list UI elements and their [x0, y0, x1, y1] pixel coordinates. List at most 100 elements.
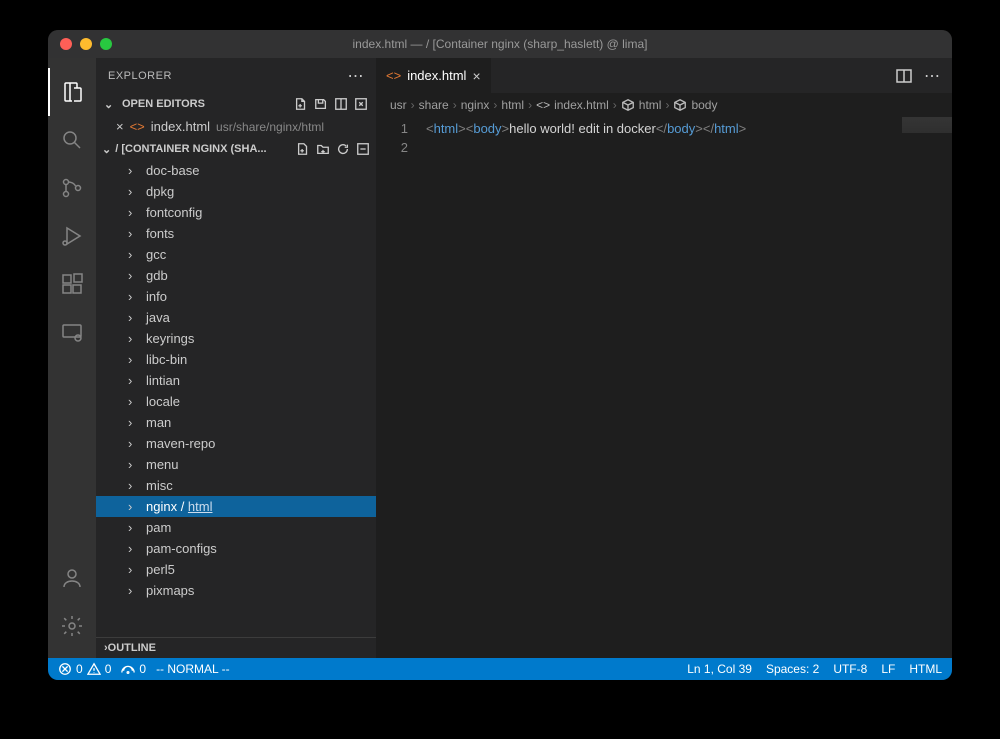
editor-tab[interactable]: <> index.html × [376, 58, 492, 93]
tree-folder[interactable]: ›perl5 [96, 559, 376, 580]
chevron-down-icon: ⌄ [104, 98, 118, 111]
more-icon[interactable]: ⋯ [924, 66, 940, 86]
tree-folder[interactable]: ›fonts [96, 223, 376, 244]
titlebar[interactable]: index.html — / [Container nginx (sharp_h… [48, 30, 952, 58]
folder-label: pam-configs [146, 541, 217, 556]
cursor-position[interactable]: Ln 1, Col 39 [687, 662, 752, 676]
editor-group: <> index.html × ⋯ usr›share›nginx›html›<… [376, 58, 952, 658]
tree-folder[interactable]: › gdb [96, 265, 376, 286]
tree-folder[interactable]: ›info [96, 286, 376, 307]
close-window-button[interactable] [60, 38, 72, 50]
explorer-icon[interactable] [48, 68, 96, 116]
chevron-right-icon: › [128, 541, 142, 556]
tree-folder[interactable]: ›pixmaps [96, 580, 376, 601]
close-all-icon[interactable] [354, 97, 368, 111]
folder-label: misc [146, 478, 173, 493]
tree-folder[interactable]: ›fontconfig [96, 202, 376, 223]
chevron-right-icon: › [128, 436, 142, 451]
account-icon[interactable] [48, 554, 96, 602]
breadcrumb-item[interactable]: index.html [554, 98, 609, 112]
new-file-icon[interactable] [296, 142, 310, 156]
folder-actions [296, 142, 370, 156]
layout-icon[interactable] [334, 97, 348, 111]
refresh-icon[interactable] [336, 142, 350, 156]
tree-folder[interactable]: › misc [96, 475, 376, 496]
code-lines[interactable]: <html><body>hello world! edit in docker<… [426, 117, 952, 658]
folder-label: doc-base [146, 163, 199, 178]
tab-title: index.html [407, 68, 466, 83]
collapse-icon[interactable] [356, 142, 370, 156]
tree-folder[interactable]: ›locale [96, 391, 376, 412]
minimize-window-button[interactable] [80, 38, 92, 50]
indentation[interactable]: Spaces: 2 [766, 662, 819, 676]
tree-folder[interactable]: ›pam [96, 517, 376, 538]
tree-folder[interactable]: ›libc-bin [96, 349, 376, 370]
folder-label: gdb [146, 268, 168, 283]
open-file-path: usr/share/nginx/html [216, 120, 324, 134]
new-file-icon[interactable] [294, 97, 308, 111]
chevron-right-icon: › [128, 205, 142, 220]
breadcrumb-item[interactable]: nginx [461, 98, 490, 112]
breadcrumb-item[interactable]: html [639, 98, 662, 112]
chevron-right-icon: › [128, 289, 142, 304]
close-tab-icon[interactable]: × [472, 68, 480, 84]
line-gutter: 12 [376, 117, 426, 658]
remote-icon[interactable] [48, 308, 96, 356]
open-editors-label: OPEN EDITORS [122, 98, 205, 110]
split-editor-icon[interactable] [896, 68, 912, 84]
chevron-right-icon: › [128, 478, 142, 493]
tree-folder[interactable]: ›dpkg [96, 181, 376, 202]
code-area[interactable]: 12 <html><body>hello world! edit in dock… [376, 117, 952, 658]
debug-icon[interactable] [48, 212, 96, 260]
save-all-icon[interactable] [314, 97, 328, 111]
outline-section[interactable]: › OUTLINE [96, 637, 376, 658]
extensions-icon[interactable] [48, 260, 96, 308]
folder-label: man [146, 415, 171, 430]
open-editors-section[interactable]: ⌄ OPEN EDITORS [96, 93, 376, 115]
file-tree[interactable]: ›doc-base›dpkg›fontconfig›fonts›gcc›gdb›… [96, 160, 376, 637]
tree-folder[interactable]: ›keyrings [96, 328, 376, 349]
tab-bar: <> index.html × ⋯ [376, 58, 952, 93]
problems-button[interactable]: 00 [58, 662, 111, 676]
tree-folder[interactable]: ›java [96, 307, 376, 328]
minimap[interactable] [902, 117, 952, 133]
tree-folder[interactable]: › pam-configs [96, 538, 376, 559]
maximize-window-button[interactable] [100, 38, 112, 50]
chevron-right-icon: › [128, 394, 142, 409]
breadcrumb-item[interactable]: share [419, 98, 449, 112]
language-mode[interactable]: HTML [909, 662, 942, 676]
folder-label: dpkg [146, 184, 174, 199]
open-editor-item[interactable]: × <> index.html usr/share/nginx/html [96, 115, 376, 138]
more-icon[interactable]: ⋯ [348, 66, 365, 86]
close-icon[interactable]: × [116, 119, 124, 134]
tree-folder[interactable]: ›menu [96, 454, 376, 475]
tree-folder[interactable]: ›maven-repo [96, 433, 376, 454]
encoding[interactable]: UTF-8 [833, 662, 867, 676]
breadcrumb-item[interactable]: html [501, 98, 524, 112]
chevron-down-icon: ⌄ [102, 143, 111, 156]
tree-folder[interactable]: ›lintian [96, 370, 376, 391]
folder-label: keyrings [146, 331, 194, 346]
folder-label: java [146, 310, 170, 325]
breadcrumb-item[interactable]: body [691, 98, 717, 112]
search-icon[interactable] [48, 116, 96, 164]
folder-section[interactable]: ⌄ / [CONTAINER NGINX (SHA... [96, 138, 376, 160]
tree-folder[interactable]: › man [96, 412, 376, 433]
chevron-right-icon: › [128, 457, 142, 472]
breadcrumb[interactable]: usr›share›nginx›html›<>index.html›html›b… [376, 93, 952, 117]
settings-icon[interactable] [48, 602, 96, 650]
eol[interactable]: LF [881, 662, 895, 676]
chevron-right-icon: › [128, 247, 142, 262]
ports-button[interactable]: 0 [121, 662, 146, 676]
breadcrumb-item[interactable]: usr [390, 98, 407, 112]
sidebar: EXPLORER ⋯ ⌄ OPEN EDITORS × <> index.htm… [96, 58, 376, 658]
tree-folder[interactable]: › doc-base [96, 160, 376, 181]
chevron-right-icon: › [128, 268, 142, 283]
new-folder-icon[interactable] [316, 142, 330, 156]
source-control-icon[interactable] [48, 164, 96, 212]
folder-label: lintian [146, 373, 180, 388]
chevron-right-icon: › [128, 415, 142, 430]
tree-folder[interactable]: ›nginx / html [96, 496, 376, 517]
chevron-right-icon: › [128, 163, 142, 178]
tree-folder[interactable]: ›gcc [96, 244, 376, 265]
